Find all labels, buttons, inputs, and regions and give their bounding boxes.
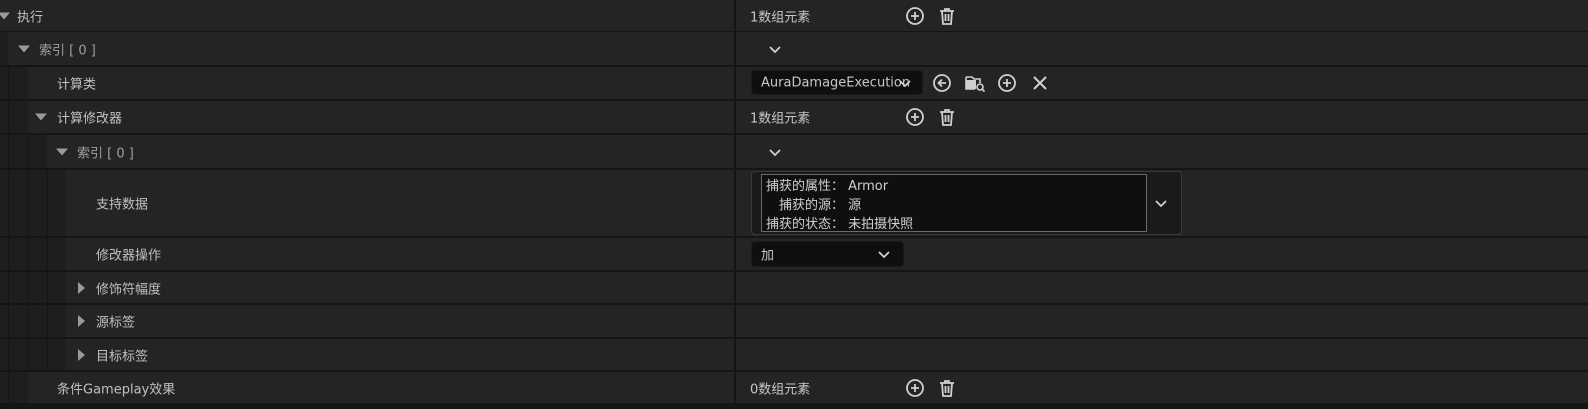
array-count: 1数组元素 <box>750 111 811 127</box>
collapsed-triangle-icon[interactable] <box>78 348 85 361</box>
row-modifier-magnitude: 修饰符幅度 <box>0 272 1588 303</box>
clear-icon[interactable] <box>1029 72 1051 94</box>
delete-all-icon[interactable] <box>936 377 958 399</box>
row-label: 条件Gameplay效果 <box>57 382 176 397</box>
row-label: 计算修改器 <box>57 111 123 127</box>
delete-all-icon[interactable] <box>936 5 958 27</box>
row-calculation-modifiers: 计算修改器 1数组元素 <box>0 101 1588 133</box>
chevron-down-icon <box>897 75 913 91</box>
chevron-down-icon <box>876 246 892 262</box>
row-label: 执行 <box>17 10 44 25</box>
modifier-op-select[interactable]: 加 <box>751 241 904 267</box>
backing-data-combo[interactable]: 捕获的属性： Armor 捕获的源： 源 捕获的状态： 未拍摄快照 <box>751 171 1182 235</box>
row-label: 索引 [ 0 ] <box>77 146 134 161</box>
row-conditional-effects: 条件Gameplay效果 0数组元素 <box>0 372 1588 403</box>
row-source-tags: 源标签 <box>0 305 1588 337</box>
backing-data-line-source: 捕获的源： 源 <box>779 198 862 213</box>
row-index-0: 索引 [ 0 ] <box>0 32 1588 65</box>
expand-triangle-icon[interactable] <box>35 113 47 121</box>
add-element-icon[interactable] <box>904 106 926 128</box>
array-count: 0数组元素 <box>750 382 811 397</box>
expand-triangle-icon[interactable] <box>56 148 68 155</box>
row-label: 支持数据 <box>96 197 149 213</box>
chevron-down-icon[interactable] <box>767 41 783 57</box>
chevron-down-icon <box>1153 195 1169 211</box>
folder-search-icon[interactable] <box>964 72 986 94</box>
browse-back-icon[interactable] <box>931 72 953 94</box>
expand-triangle-icon[interactable] <box>18 45 30 52</box>
add-icon[interactable] <box>996 72 1018 94</box>
row-calculation-class: 计算类 AuraDamageExecution <box>0 67 1588 99</box>
select-value: 加 <box>761 248 775 264</box>
combo-value: AuraDamageExecution <box>761 75 911 90</box>
row-label: 源标签 <box>96 315 136 331</box>
calculation-class-combo[interactable]: AuraDamageExecution <box>751 70 923 95</box>
backing-data-line-snapshot: 捕获的状态： 未拍摄快照 <box>766 217 914 232</box>
array-count: 1数组元素 <box>750 10 811 25</box>
row-label: 索引 [ 0 ] <box>39 43 96 58</box>
row-execution: 执行 1数组元素 <box>0 0 1588 31</box>
collapsed-triangle-icon[interactable] <box>78 315 85 327</box>
backing-data-box: 捕获的属性： Armor 捕获的源： 源 捕获的状态： 未拍摄快照 <box>761 174 1147 232</box>
row-label: 计算类 <box>57 77 97 93</box>
chevron-down-icon[interactable] <box>767 144 783 160</box>
row-modifier-op: 修改器操作 加 <box>0 238 1588 270</box>
collapsed-triangle-icon[interactable] <box>78 281 85 294</box>
row-label: 修饰符幅度 <box>96 282 162 297</box>
row-label: 修改器操作 <box>96 248 162 264</box>
add-element-icon[interactable] <box>904 5 926 27</box>
row-target-tags: 目标标签 <box>0 339 1588 370</box>
row-backing-data: 支持数据 捕获的属性： Armor 捕获的源： 源 捕获的状态： 未拍摄快照 <box>0 170 1588 236</box>
row-modifier-index-0: 索引 [ 0 ] <box>0 135 1588 168</box>
delete-all-icon[interactable] <box>936 106 958 128</box>
add-element-icon[interactable] <box>904 377 926 399</box>
expand-triangle-icon[interactable] <box>0 12 10 19</box>
row-label: 目标标签 <box>96 349 149 364</box>
backing-data-line-attribute: 捕获的属性： Armor <box>766 179 889 194</box>
